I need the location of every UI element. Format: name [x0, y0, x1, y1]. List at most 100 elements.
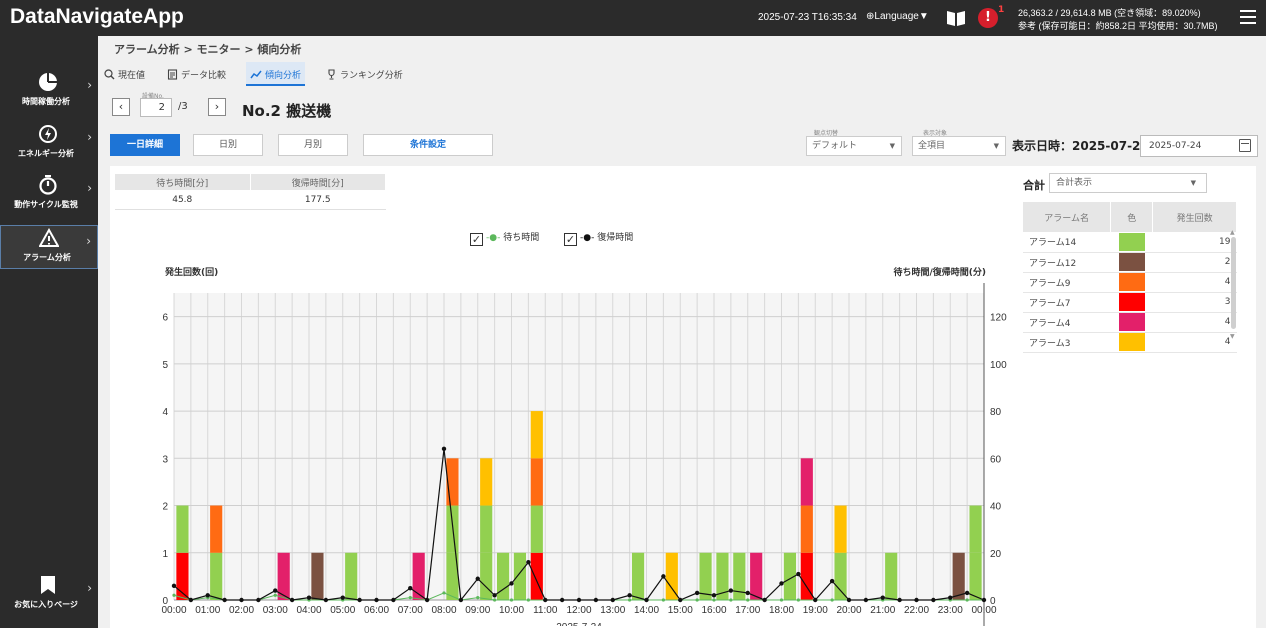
- series-point: [222, 597, 227, 603]
- series-point: [273, 588, 278, 593]
- bar-segment: [480, 505, 493, 553]
- sidebar-item-alarm-analysis[interactable]: アラーム分析 ›: [0, 225, 98, 269]
- monthly-button[interactable]: 月別: [278, 134, 348, 156]
- alarm-count: 19: [1152, 232, 1237, 253]
- bar-segment: [530, 411, 543, 459]
- checkbox-checked-icon[interactable]: ✓: [564, 233, 577, 246]
- series-point: [340, 595, 345, 600]
- table-row: アラーム4 4: [1023, 312, 1237, 333]
- bar-segment: [345, 552, 358, 600]
- bar-segment: [530, 552, 543, 600]
- alarm-name: アラーム9: [1023, 272, 1111, 293]
- daily-detail-button[interactable]: 一日詳細: [110, 134, 180, 156]
- series-point: [205, 593, 210, 598]
- x-tick-label: 23:00: [938, 605, 963, 616]
- alert-icon[interactable]: !: [978, 8, 998, 28]
- bar-segment: [834, 552, 847, 600]
- manual-book-icon[interactable]: [946, 9, 966, 27]
- series-point: [391, 597, 396, 603]
- hamburger-menu-icon[interactable]: [1240, 10, 1256, 24]
- x-tick-label: 06:00: [364, 605, 389, 616]
- total-display-select[interactable]: 合計表示 ▼: [1049, 173, 1207, 193]
- series-point: [796, 571, 801, 577]
- bar-segment: [210, 505, 223, 553]
- tab-data-compare[interactable]: データ比較: [167, 62, 226, 86]
- unit-number-input[interactable]: 2: [140, 98, 172, 117]
- view-switch-value: デフォルト: [812, 141, 858, 151]
- sidebar-item-energy[interactable]: エネルギー分析 ›: [0, 122, 98, 166]
- scroll-down-icon[interactable]: ▼: [1230, 333, 1235, 340]
- next-unit-button[interactable]: ›: [208, 98, 226, 116]
- sidebar-item-cycle-monitor[interactable]: 動作サイクル監視 ›: [0, 173, 98, 217]
- sidebar-item-time-operation[interactable]: 時間稼働分析 ›: [0, 70, 98, 114]
- display-date-label: 表示日時：2025-07-24~: [1012, 139, 1159, 153]
- series-point: [323, 597, 329, 603]
- chevron-right-icon: ›: [87, 181, 92, 195]
- series-point: [746, 598, 750, 602]
- bar-segment: [952, 552, 965, 600]
- prev-unit-button[interactable]: ‹: [112, 98, 130, 116]
- series-point: [694, 590, 700, 596]
- y2-tick-label: 20: [990, 549, 1002, 560]
- summary-value-recovery: 177.5: [250, 190, 386, 210]
- view-switch-select[interactable]: デフォルト ▼: [806, 136, 902, 156]
- alarm-count: 4: [1152, 332, 1237, 353]
- alarm-table-scrollbar[interactable]: ▲ ▼: [1230, 229, 1237, 345]
- bar-segment: [176, 505, 189, 553]
- series-point: [289, 597, 295, 603]
- y2-tick-label: 40: [990, 502, 1002, 513]
- date-input[interactable]: 2025-07-24: [1140, 135, 1258, 157]
- bar-segment: [885, 552, 898, 600]
- x-tick-label: 20:00: [836, 605, 861, 616]
- display-target-select[interactable]: 全項目 ▼: [912, 136, 1006, 156]
- tab-label: ランキング分析: [340, 71, 403, 81]
- series-point: [948, 595, 953, 600]
- chevron-right-icon: ›: [87, 78, 92, 92]
- language-selector[interactable]: ⊕Language▼: [866, 11, 929, 22]
- bar-segment: [210, 552, 223, 600]
- bar-segment: [513, 552, 527, 600]
- scrollbar-thumb[interactable]: [1231, 237, 1236, 329]
- daily-button[interactable]: 日別: [193, 134, 263, 156]
- color-swatch: [1118, 273, 1145, 291]
- sidebar-item-label: 動作サイクル監視: [14, 200, 78, 209]
- series-point: [475, 576, 480, 581]
- alarm-count: 2: [1152, 252, 1237, 273]
- series-point: [476, 596, 480, 600]
- series-point: [171, 583, 177, 589]
- x-tick-label: 16:00: [701, 605, 726, 616]
- series-point: [813, 597, 818, 603]
- series-point: [745, 590, 750, 596]
- alarm-color: [1110, 252, 1153, 273]
- pie-chart-icon: [39, 72, 58, 91]
- sidebar-item-favorites[interactable]: お気に入りページ ›: [0, 573, 98, 617]
- legend-recovery-time[interactable]: ✓ -●- 復帰時間: [564, 230, 633, 246]
- scroll-up-icon[interactable]: ▲: [1230, 229, 1235, 236]
- bar-segment: [480, 552, 493, 600]
- tab-ranking-analysis[interactable]: ランキング分析: [326, 62, 403, 86]
- series-point: [239, 597, 244, 603]
- sidebar-item-label: お気に入りページ: [14, 600, 78, 609]
- series-point: [492, 593, 497, 598]
- series-point: [964, 590, 970, 596]
- tab-trend-analysis[interactable]: 傾向分析: [246, 62, 306, 86]
- condition-settings-button[interactable]: 条件設定: [363, 134, 493, 156]
- chevron-down-icon: ▼: [1190, 179, 1196, 187]
- bar-segment: [969, 552, 982, 600]
- calendar-icon[interactable]: [1239, 139, 1251, 152]
- series-point: [543, 597, 548, 603]
- y2-tick-label: 100: [990, 360, 1007, 371]
- tab-current-value[interactable]: 現在値: [104, 62, 145, 86]
- legend-wait-time[interactable]: ✓ -●- 待ち時間: [470, 230, 539, 246]
- y-tick-label: 6: [162, 313, 168, 324]
- sidebar: 時間稼働分析 › エネルギー分析 › 動作サイクル監視 › アラーム分析 › お…: [0, 36, 98, 628]
- series-point: [678, 597, 683, 603]
- x-tick-label: 12:00: [566, 605, 591, 616]
- series-point: [931, 597, 936, 603]
- alarm-color: [1110, 272, 1153, 293]
- stopwatch-icon: [39, 175, 57, 195]
- legend-wait-label: 待ち時間: [503, 233, 540, 243]
- checkbox-checked-icon[interactable]: ✓: [470, 233, 483, 246]
- bar-segment: [800, 505, 813, 553]
- trend-line-icon: [250, 70, 262, 79]
